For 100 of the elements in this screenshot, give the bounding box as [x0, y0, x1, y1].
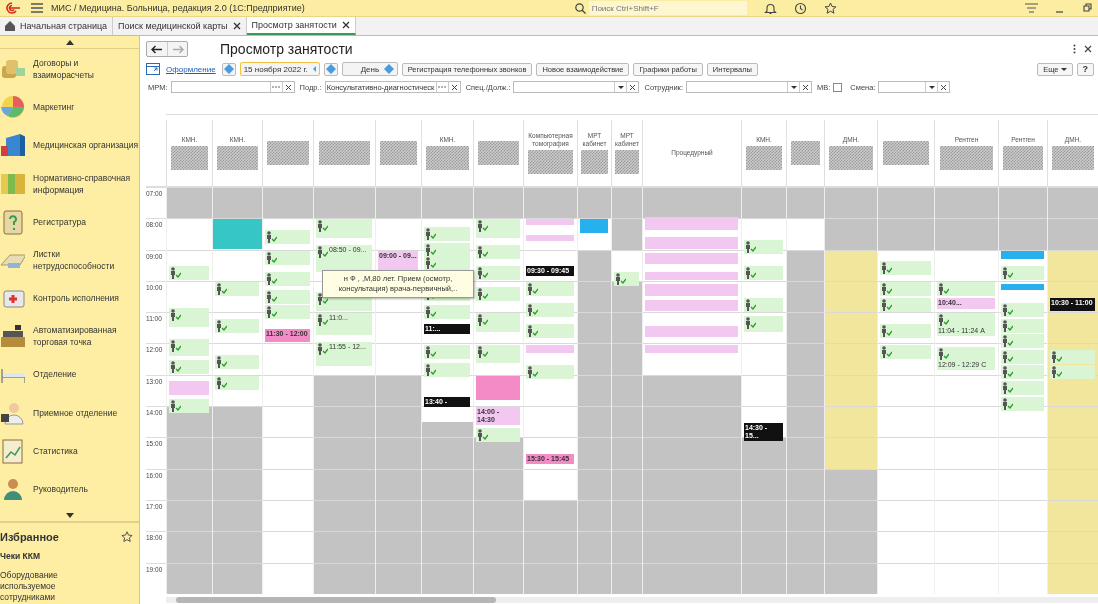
appointment-slot[interactable]: [476, 245, 520, 260]
appointment-slot[interactable]: [1001, 381, 1044, 396]
sidebar-item[interactable]: Регистратура: [0, 206, 139, 237]
tab[interactable]: Поиск медицинской карты: [113, 17, 247, 35]
person-check-icon: [881, 282, 892, 295]
person-check-icon: [170, 267, 181, 280]
restore-icon[interactable]: [1082, 3, 1092, 13]
person-check-icon: [745, 298, 756, 311]
date-field[interactable]: 15 ноября 2022 г.: [239, 62, 320, 76]
person-check-icon: [477, 345, 488, 358]
appointment-slot[interactable]: [1001, 334, 1044, 349]
sidebar-item[interactable]: Отделение: [0, 359, 139, 390]
clear-icon[interactable]: [284, 83, 292, 91]
dropdown-field[interactable]: [513, 81, 640, 93]
dropdown-field[interactable]: [878, 81, 951, 93]
person-check-icon: [477, 288, 488, 301]
appointment-slot[interactable]: [476, 313, 520, 333]
star-icon[interactable]: [823, 1, 837, 15]
person-check-icon: [745, 241, 756, 254]
appointment-slot[interactable]: [169, 266, 209, 281]
sidebar-item[interactable]: Приемное отделение: [0, 397, 139, 428]
sidebar-item[interactable]: Руководитель: [0, 473, 139, 504]
menu-icon[interactable]: [31, 3, 43, 13]
close-icon[interactable]: [341, 21, 350, 29]
person-check-icon: [317, 343, 328, 355]
caret-icon[interactable]: [790, 85, 797, 89]
appointment-slot[interactable]: [169, 339, 209, 356]
sidebar-item[interactable]: Автоматизированная торговая точка: [0, 321, 139, 352]
person-check-icon: [216, 282, 227, 295]
horizontal-scrollbar[interactable]: [166, 597, 1098, 603]
sidebar-item[interactable]: Статистика: [0, 435, 139, 466]
appointment-slot[interactable]: [424, 305, 470, 320]
sidebar-item[interactable]: Медицинская организация: [0, 130, 139, 161]
period-field[interactable]: День: [341, 62, 398, 76]
clear-icon[interactable]: [940, 83, 948, 91]
appointment-slot[interactable]: [476, 219, 520, 239]
star-icon[interactable]: [121, 531, 133, 543]
appointment-slot[interactable]: [744, 266, 783, 281]
appointment-slot[interactable]: [744, 240, 783, 255]
person-check-icon: [425, 306, 436, 319]
tab[interactable]: Начальная страница: [0, 17, 114, 35]
appointment-slot[interactable]: [1001, 365, 1044, 380]
appointment-slot[interactable]: [1001, 266, 1044, 281]
search-icon[interactable]: [574, 2, 586, 14]
person-check-icon: [266, 272, 277, 285]
appointment-slot[interactable]: [1050, 365, 1095, 380]
appointment-slot[interactable]: [526, 365, 574, 380]
person-check-icon: [1002, 350, 1013, 363]
appointment-slot[interactable]: [169, 399, 209, 414]
tab[interactable]: Просмотр занятости: [246, 17, 356, 35]
close-icon[interactable]: [232, 22, 241, 30]
sidebar-item[interactable]: Маркетинг: [0, 92, 139, 123]
appointment-slot[interactable]: [316, 219, 372, 239]
appointment-slot[interactable]: [476, 266, 520, 281]
person-check-icon: [477, 429, 488, 442]
more-actions-icon[interactable]: [1073, 44, 1076, 54]
sidebar-item[interactable]: Листки нетрудоспособности: [0, 244, 139, 275]
select-field[interactable]: [170, 81, 295, 93]
sidebar-item[interactable]: Контроль исполнения: [0, 283, 139, 314]
appointment-slot[interactable]: [265, 305, 310, 320]
person-check-icon: [266, 306, 277, 319]
next-button[interactable]: [323, 62, 338, 76]
checkbox[interactable]: [833, 82, 843, 92]
help-button[interactable]: ?: [1076, 62, 1094, 76]
person-check-icon: [170, 400, 181, 413]
clear-icon[interactable]: [802, 83, 809, 91]
person-check-icon: [170, 340, 181, 353]
person-check-icon: [425, 243, 436, 256]
person-check-icon: [1002, 319, 1013, 332]
history-icon[interactable]: [793, 1, 807, 15]
caret-icon[interactable]: [617, 85, 624, 89]
favorite-link[interactable]: Оборудование используемое сотрудниками: [0, 570, 110, 603]
dropdown-icon: [384, 64, 394, 74]
calendar-export-icon[interactable]: [146, 63, 160, 75]
clear-icon[interactable]: [450, 83, 458, 91]
person-check-icon: [477, 267, 488, 280]
person-check-icon: [938, 282, 949, 295]
caret-icon[interactable]: [929, 85, 935, 89]
search-field[interactable]: Поиск Ctrl+Shift+F: [588, 1, 747, 15]
person-check-icon: [216, 319, 227, 332]
close-icon[interactable]: [1084, 45, 1092, 53]
appointment-slot[interactable]: [424, 227, 470, 242]
scroll-up-icon[interactable]: [65, 39, 74, 45]
dropdown-field[interactable]: [686, 81, 812, 93]
home-icon[interactable]: [5, 21, 15, 31]
person-check-icon: [745, 267, 756, 280]
favorite-link[interactable]: Чеки ККМ: [0, 551, 110, 562]
person-check-icon: [317, 293, 328, 306]
bell-icon[interactable]: [763, 1, 777, 15]
scroll-down-icon[interactable]: [65, 512, 74, 518]
clear-icon[interactable]: [629, 83, 637, 91]
appointment-slot[interactable]: [476, 287, 520, 302]
previous-button[interactable]: [221, 62, 236, 76]
sidebar-item[interactable]: Нормативно-справочная информация: [0, 168, 139, 199]
appointment-slot[interactable]: [169, 360, 209, 375]
appointment-slot[interactable]: [476, 428, 520, 443]
appearance-link[interactable]: Оформление: [166, 64, 216, 74]
person-check-icon: [1002, 366, 1013, 379]
sidebar-item[interactable]: Договоры и взаиморасчеты: [0, 54, 139, 84]
person-check-icon: [881, 261, 892, 274]
